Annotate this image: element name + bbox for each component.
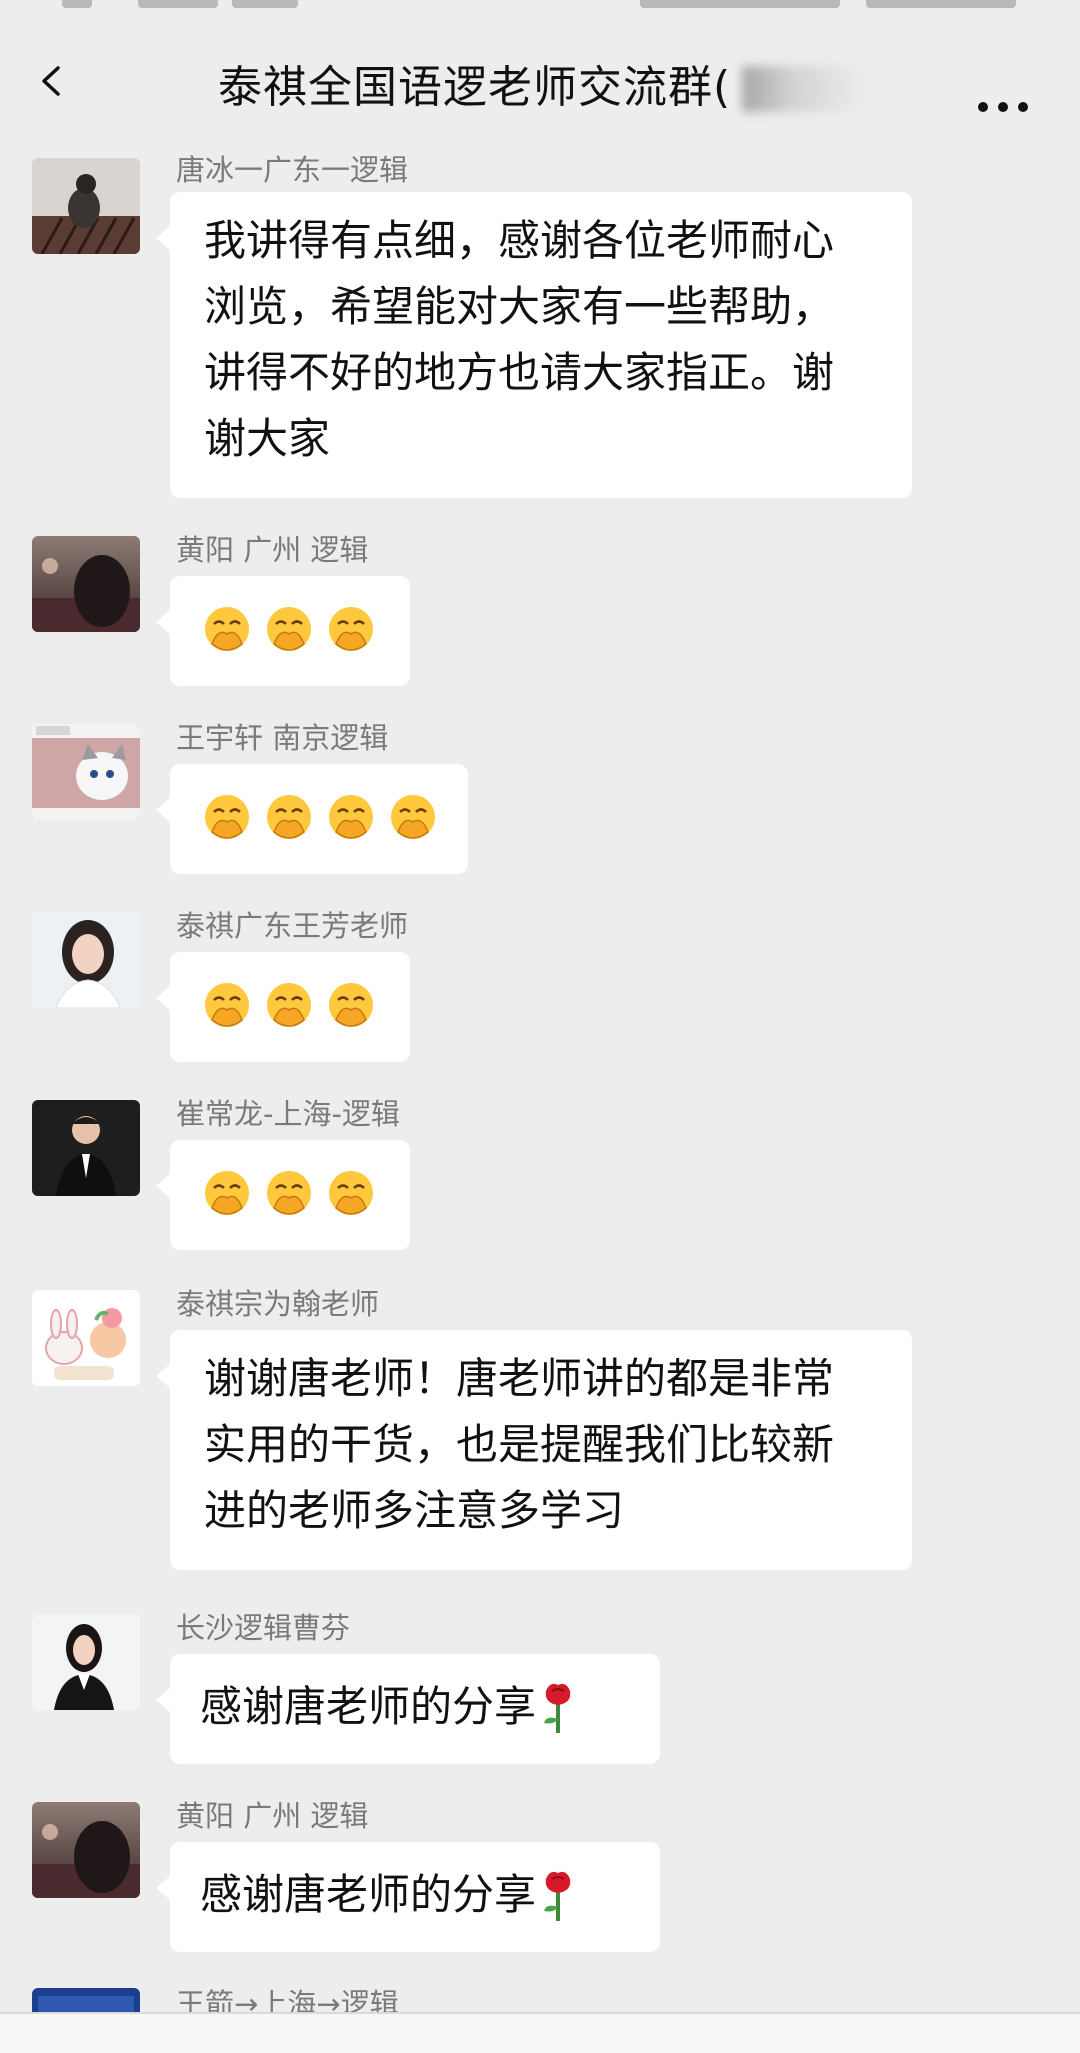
- avatar[interactable]: [32, 1290, 140, 1386]
- message-line: 感谢唐老师的分享: [200, 1862, 660, 1928]
- avatar[interactable]: [32, 158, 140, 254]
- hand-over-mouth-emoji: [205, 1171, 249, 1215]
- chat-title[interactable]: 泰祺全国语逻老师交流群(: [218, 66, 731, 110]
- chat-header: 泰祺全国语逻老师交流群(: [0, 14, 1080, 144]
- hand-over-mouth-emoji: [391, 795, 435, 839]
- avatar[interactable]: [32, 724, 140, 820]
- hand-over-mouth-emoji: [329, 607, 373, 651]
- message-bubble[interactable]: 谢谢唐老师！唐老师讲的都是非常 实用的干货，也是提醒我们比较新 进的老师多注意多…: [156, 1330, 912, 1570]
- message-line: 感谢唐老师的分享: [200, 1674, 660, 1740]
- message-line: 讲得不好的地方也请大家指正。谢: [204, 348, 835, 397]
- blurred-member-count: [742, 66, 862, 112]
- message-line: 我讲得有点细，感谢各位老师耐心: [204, 216, 835, 265]
- sender-name: 黄阳 广州 逻辑: [176, 533, 369, 567]
- avatar[interactable]: [32, 1100, 140, 1196]
- hand-over-mouth-emoji: [267, 607, 311, 651]
- avatar[interactable]: [32, 536, 140, 632]
- status-bar: [0, 0, 1080, 14]
- emoji-row: [200, 792, 468, 846]
- message-line: 谢谢唐老师！唐老师讲的都是非常: [204, 1354, 835, 1403]
- message-bubble[interactable]: [156, 764, 468, 874]
- message-line: 浏览，希望能对大家有一些帮助，: [204, 282, 835, 331]
- message-line: 实用的干货，也是提醒我们比较新: [204, 1420, 835, 1469]
- hand-over-mouth-emoji: [267, 983, 311, 1027]
- emoji-row: [200, 604, 410, 658]
- message-line: 进的老师多注意多学习: [204, 1486, 625, 1535]
- message-line: 谢大家: [204, 414, 331, 463]
- avatar[interactable]: [32, 1614, 140, 1710]
- message-bubble[interactable]: [156, 576, 410, 686]
- hand-over-mouth-emoji: [267, 1171, 311, 1215]
- sender-name: 崔常龙-上海-逻辑: [176, 1097, 400, 1131]
- avatar[interactable]: [32, 1802, 140, 1898]
- rose-icon: [544, 1683, 571, 1733]
- sender-name: 黄阳 广州 逻辑: [176, 1799, 369, 1833]
- rose-icon: [544, 1871, 571, 1921]
- message-bubble[interactable]: 我讲得有点细，感谢各位老师耐心 浏览，希望能对大家有一些帮助， 讲得不好的地方也…: [156, 192, 912, 498]
- message-bubble[interactable]: [156, 1140, 410, 1250]
- more-dots-icon[interactable]: [978, 102, 1044, 112]
- hand-over-mouth-emoji: [205, 607, 249, 651]
- chevron-left-icon[interactable]: [36, 66, 66, 96]
- hand-over-mouth-emoji: [329, 983, 373, 1027]
- message-text: 感谢唐老师的分享: [200, 1682, 537, 1731]
- emoji-row: [200, 1168, 410, 1222]
- hand-over-mouth-emoji: [329, 795, 373, 839]
- hand-over-mouth-emoji: [205, 983, 249, 1027]
- hand-over-mouth-emoji: [267, 795, 311, 839]
- input-bar[interactable]: [0, 2012, 1080, 2053]
- message-bubble[interactable]: [156, 952, 410, 1062]
- sender-name: 泰祺广东王芳老师: [176, 909, 409, 943]
- message-bubble[interactable]: 感谢唐老师的分享: [156, 1842, 660, 1952]
- hand-over-mouth-emoji: [329, 1171, 373, 1215]
- sender-name: 泰祺宗为翰老师: [176, 1287, 380, 1321]
- sender-name: 王宇轩 南京逻辑: [176, 721, 389, 755]
- avatar[interactable]: [32, 912, 140, 1008]
- hand-over-mouth-emoji: [205, 795, 249, 839]
- message-text: 感谢唐老师的分享: [200, 1870, 537, 1919]
- message-bubble[interactable]: 感谢唐老师的分享: [156, 1654, 660, 1764]
- sender-name: 唐冰一广东一逻辑: [176, 153, 409, 187]
- emoji-row: [200, 980, 410, 1034]
- sender-name: 长沙逻辑曹芬: [176, 1611, 351, 1645]
